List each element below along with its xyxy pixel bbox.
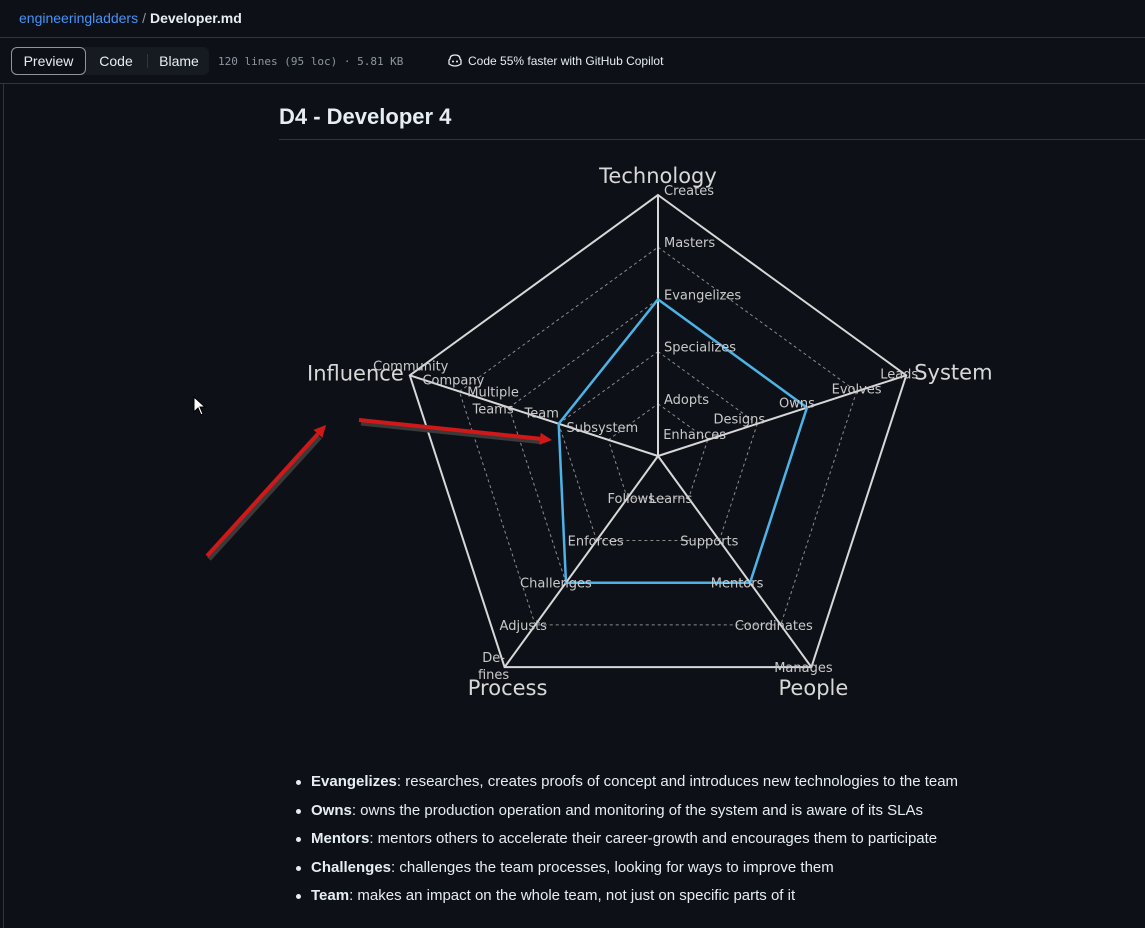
- level-label: Adopts: [664, 393, 709, 408]
- level-label: Subsystem: [566, 421, 638, 436]
- level-label-line: Subsystem: [566, 421, 638, 436]
- level-label: Coordinates: [735, 619, 813, 634]
- definition-text: researches, creates proofs of concept an…: [401, 773, 959, 790]
- level-label-line: Adjusts: [500, 619, 548, 634]
- definition-item: Owns: owns the production operation and …: [296, 799, 958, 828]
- level-label: Enhances: [663, 428, 726, 443]
- annotation-arrow: [358, 418, 541, 441]
- level-label-line: Company: [422, 373, 484, 388]
- level-label-line: Evangelizes: [664, 288, 741, 303]
- level-label: Challenges: [520, 577, 592, 592]
- arrow-head-icon: [539, 432, 552, 445]
- annotation-arrow: [205, 432, 320, 558]
- level-label-line: Enhances: [663, 428, 726, 443]
- axis-name: Influence: [307, 361, 404, 385]
- grid-line: [688, 439, 709, 499]
- grid-line: [780, 391, 858, 626]
- level-label-line: Leads: [880, 367, 918, 382]
- level-label-line: De-: [482, 651, 505, 666]
- definition-item: Mentors: mentors others to accelerate th…: [296, 827, 958, 856]
- arrow-shadow: [207, 435, 322, 561]
- level-label-line: Supports: [680, 534, 738, 549]
- level-label-line: Learns: [649, 492, 692, 507]
- level-label: Evangelizes: [664, 288, 741, 303]
- grid-line: [459, 246, 659, 392]
- axis-line: [657, 455, 813, 668]
- level-label-line: Owns: [779, 397, 815, 412]
- definition-item: Team: makes an impact on the whole team,…: [296, 884, 958, 913]
- level-label: Learns: [649, 492, 692, 507]
- level-label-line: Adopts: [664, 393, 709, 408]
- grid-line: [607, 439, 628, 499]
- level-label: Leads: [880, 367, 918, 382]
- definition-term: Challenges: [311, 858, 392, 876]
- level-label: Masters: [664, 236, 715, 251]
- definition-text: makes an impact on the whole team, not j…: [353, 887, 796, 904]
- level-label-line: Coordinates: [735, 619, 813, 634]
- axis-name: Technology: [598, 164, 717, 188]
- level-label-line: Team: [524, 407, 559, 422]
- definition-term: Owns: [311, 801, 352, 819]
- definition-item: Evangelizes: researches, creates proofs …: [296, 770, 958, 799]
- definition-term: Team: [311, 887, 350, 904]
- mouse-cursor-icon: [193, 396, 207, 416]
- level-label-line: Enforces: [568, 534, 624, 549]
- grid-line: [508, 407, 567, 583]
- level-label: Evolves: [832, 382, 882, 397]
- axis-line: [503, 455, 659, 668]
- level-label-line: Follows: [608, 492, 656, 507]
- level-label: Designs: [713, 413, 765, 428]
- level-label: Team: [524, 407, 559, 422]
- level-label-line: Evolves: [832, 382, 882, 397]
- level-label-line: Designs: [713, 413, 765, 428]
- level-label: Owns: [779, 397, 815, 412]
- axis-name: Process: [468, 676, 548, 700]
- level-label: Mentors: [711, 577, 764, 592]
- definition-text: owns the production operation and monito…: [356, 801, 923, 819]
- level-label-line: Masters: [664, 236, 715, 251]
- axis-name: System: [914, 360, 992, 384]
- level-label: Follows: [608, 492, 656, 507]
- level-label: Enforces: [568, 534, 624, 549]
- level-label: Adjusts: [500, 619, 548, 634]
- definition-term: Evangelizes: [311, 773, 397, 790]
- grid-line: [657, 246, 857, 392]
- definition-item: Challenges: challenges the team processe…: [296, 856, 958, 885]
- level-label-line: Mentors: [711, 577, 764, 592]
- definition-text: mentors others to accelerate their caree…: [373, 830, 938, 847]
- axis-name: People: [779, 676, 849, 700]
- level-label-line: Challenges: [520, 577, 592, 592]
- definition-text: challenges the team processes, looking f…: [395, 858, 834, 876]
- level-label: Specializes: [664, 341, 736, 356]
- level-label: Supports: [680, 534, 738, 549]
- level-label-line: Manages: [774, 661, 833, 676]
- level-label-line: Teams: [471, 403, 513, 418]
- level-label: Manages: [774, 661, 833, 676]
- definition-term: Mentors: [311, 830, 370, 847]
- level-label-line: Specializes: [664, 341, 736, 356]
- definitions-list: Evangelizes: researches, creates proofs …: [296, 770, 958, 913]
- level-label: Company: [422, 373, 484, 388]
